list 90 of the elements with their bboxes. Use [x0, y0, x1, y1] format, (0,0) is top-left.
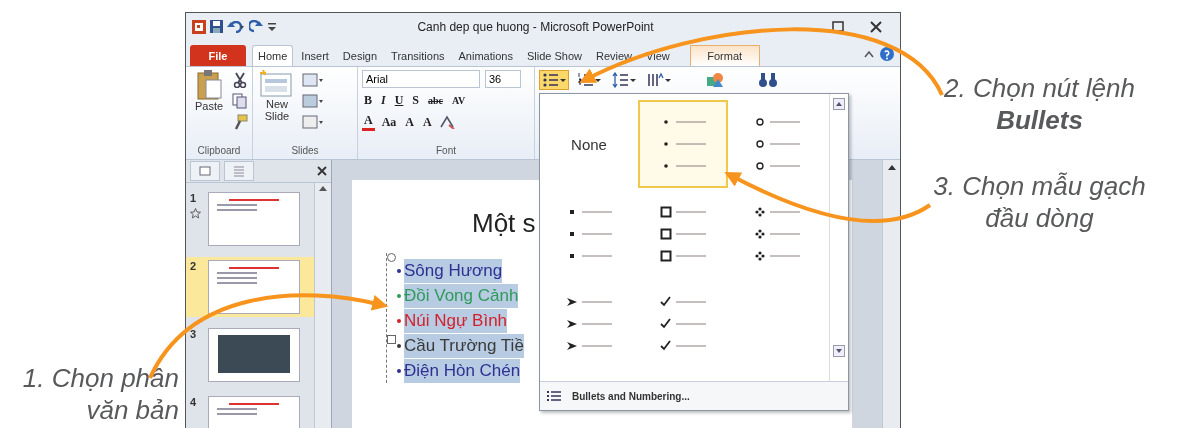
close-icon[interactable]: [870, 20, 882, 33]
menu-item[interactable]: Bullets and Numbering...: [572, 390, 690, 402]
slide-title: Một s: [472, 208, 536, 239]
layout-icon[interactable]: [301, 72, 323, 88]
ribbon-tab[interactable]: Home: [252, 45, 294, 66]
clipboard-icon: [196, 70, 222, 100]
bullet-text: Cầu Trường Tiề: [404, 334, 524, 358]
up-arrow-icon: [319, 185, 327, 191]
slide-thumbnail[interactable]: [208, 192, 300, 246]
slide-thumbnail-row[interactable]: 4: [186, 393, 314, 428]
callout-text: 2. Chọn nút lệnh Bullets: [944, 72, 1135, 136]
slide-number: 1: [190, 192, 198, 204]
bullet-list-icon: [546, 389, 562, 403]
ribbon-tab[interactable]: Animations: [452, 45, 519, 66]
brush-icon[interactable]: [232, 114, 248, 130]
format-button[interactable]: S: [410, 93, 422, 108]
scrollbar[interactable]: [882, 160, 900, 428]
format-button[interactable]: U: [392, 93, 406, 108]
app-icon[interactable]: [192, 19, 206, 34]
file-tab[interactable]: File: [190, 45, 246, 66]
ribbon-tab[interactable]: Slide Show: [520, 45, 588, 66]
font-size-button[interactable]: A: [403, 114, 416, 130]
caret-icon: [665, 78, 671, 82]
ribbon-tab[interactable]: Insert: [295, 45, 335, 66]
group-label: Font: [435, 145, 457, 158]
redo-icon[interactable]: [249, 20, 263, 33]
line-spacing-icon: [612, 72, 629, 88]
group-label: Slides: [290, 145, 320, 158]
format-button[interactable]: abc: [426, 95, 446, 106]
help-icon[interactable]: [880, 47, 894, 61]
caret-icon: [630, 78, 636, 82]
bullet-text: Núi Ngự Bình: [404, 309, 508, 333]
caret-icon: [560, 78, 566, 82]
paste-button[interactable]: Paste: [190, 70, 228, 145]
collapse-ribbon-icon[interactable]: [864, 50, 874, 58]
hollow-square-bullets-icon: [658, 204, 708, 264]
undo-icon[interactable]: [227, 20, 245, 33]
customize-toolbar-icon[interactable]: [267, 20, 277, 33]
bullet-list-icon: [542, 72, 559, 88]
slide-thumbnail[interactable]: [208, 260, 300, 314]
ribbon-tab[interactable]: Format: [689, 45, 760, 66]
scrollbar[interactable]: [829, 94, 848, 381]
ribbon-tab[interactable]: Design: [336, 45, 384, 66]
maximize-icon[interactable]: [832, 21, 844, 32]
font-size-button[interactable]: A: [362, 113, 375, 131]
font-size-field[interactable]: 36: [485, 70, 521, 88]
up-arrow-icon: [887, 164, 896, 170]
slide-thumbnail-row[interactable]: 1: [186, 189, 314, 249]
group-label: Clipboard: [196, 145, 242, 158]
font-name-field[interactable]: Arial: [362, 70, 480, 88]
photo-placeholder: [218, 335, 290, 373]
format-button[interactable]: I: [379, 93, 388, 108]
ribbon-tab[interactable]: Review: [589, 45, 639, 66]
slide-thumbnail[interactable]: [208, 328, 300, 382]
slide-icon: [199, 165, 211, 177]
callout-text: 3. Chọn mẫu gạch đầu dòng: [933, 170, 1146, 234]
format-button[interactable]: B: [362, 93, 374, 108]
bullet-text: Đồi Vong Cảnh: [404, 284, 519, 308]
window-title: Canh dep que huong - Microsoft PowerPoint: [416, 19, 655, 34]
bullets-button[interactable]: [539, 70, 569, 90]
reset-icon[interactable]: [301, 93, 323, 109]
slide-thumbnail-row[interactable]: 3: [186, 325, 314, 385]
format-button[interactable]: AV: [450, 95, 468, 106]
binoculars-icon[interactable]: [758, 72, 778, 88]
bullet-text: Điện Hòn Chén: [404, 359, 521, 383]
save-icon[interactable]: [210, 20, 223, 33]
callout-text: 1. Chọn phần văn bản: [22, 362, 179, 426]
scrollbar[interactable]: [314, 183, 331, 428]
font-size-button[interactable]: Aa: [379, 114, 399, 130]
new-slide-button[interactable]: New Slide: [257, 70, 297, 145]
scissors-icon[interactable]: [232, 72, 248, 88]
caret-icon: [595, 78, 601, 82]
bullet-style-option[interactable]: None: [544, 100, 634, 188]
close-icon[interactable]: [317, 166, 327, 176]
numbered-list-icon: [577, 72, 594, 88]
bullet-text: Sông Hương: [404, 259, 503, 283]
lines-icon: [233, 165, 245, 177]
resize-handle[interactable]: [387, 253, 396, 262]
copy-icon[interactable]: [232, 93, 248, 109]
slide-number: 3: [190, 328, 198, 340]
section-icon[interactable]: [301, 114, 323, 130]
slide-number: 4: [190, 396, 198, 408]
shapes-icon[interactable]: [705, 71, 725, 89]
slide-number: 2: [190, 260, 198, 272]
columns-icon: [647, 72, 664, 88]
slide-thumbnail-row[interactable]: 2: [186, 257, 314, 317]
resize-handle[interactable]: [387, 335, 396, 344]
font-size-button[interactable]: A: [421, 114, 434, 130]
slide-icon: [260, 70, 294, 98]
ribbon-tab[interactable]: Transitions: [385, 45, 451, 66]
